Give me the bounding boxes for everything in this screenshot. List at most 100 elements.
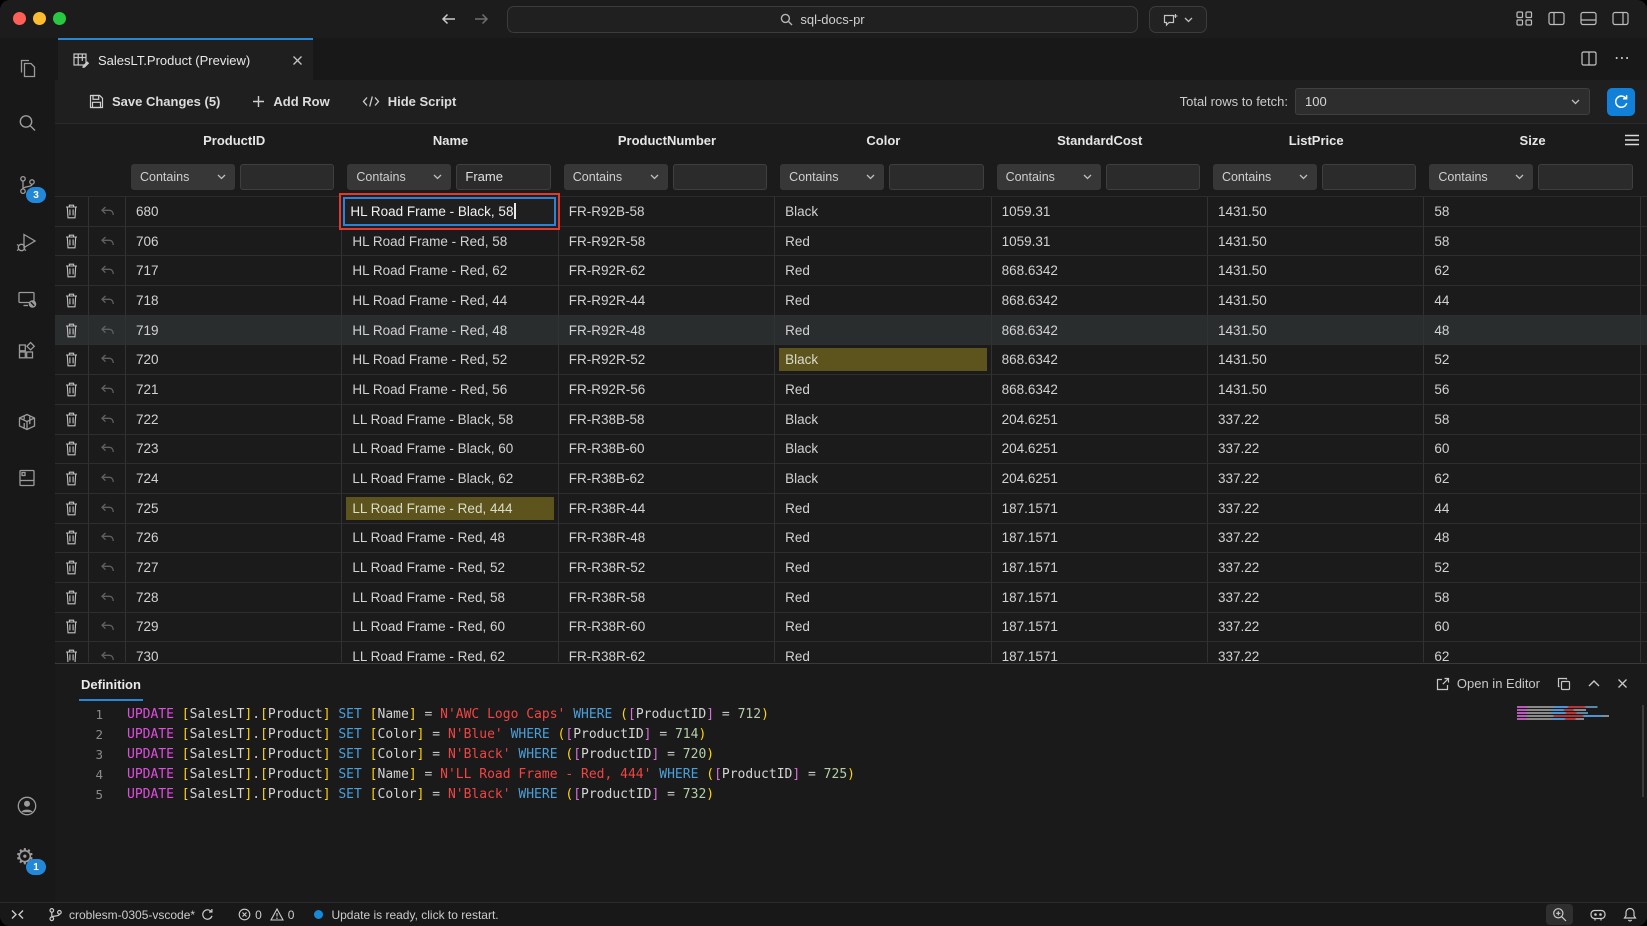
revert-row-button[interactable] bbox=[89, 613, 126, 643]
revert-row-button[interactable] bbox=[89, 227, 126, 257]
table-designer-icon[interactable] bbox=[15, 466, 39, 490]
column-header-size[interactable]: Size bbox=[1424, 133, 1640, 148]
revert-row-button[interactable] bbox=[89, 375, 126, 405]
copilot-status-icon[interactable] bbox=[1589, 907, 1607, 922]
cell-name[interactable]: HL Road Frame - Red, 44 bbox=[342, 286, 558, 316]
cell-standardcost[interactable]: 204.6251 bbox=[992, 464, 1208, 494]
cell-listprice[interactable]: 337.22 bbox=[1208, 435, 1424, 465]
revert-row-button[interactable] bbox=[89, 494, 126, 524]
delete-row-button[interactable] bbox=[55, 524, 89, 554]
tab-salesltproduct[interactable]: SalesLT.Product (Preview) bbox=[58, 38, 313, 80]
cell-productid[interactable]: 726 bbox=[126, 524, 342, 554]
cell-productnumber[interactable]: FR-R38R-62 bbox=[559, 642, 775, 662]
cell-productid[interactable]: 720 bbox=[126, 345, 342, 375]
minimize-window-button[interactable] bbox=[33, 12, 46, 25]
cell-standardcost[interactable]: 868.6342 bbox=[992, 375, 1208, 405]
cell-color[interactable]: Red bbox=[775, 583, 991, 613]
cell-color[interactable]: Black bbox=[775, 405, 991, 435]
column-header-standardcost[interactable]: StandardCost bbox=[992, 133, 1208, 148]
cell-productnumber[interactable]: FR-R38B-60 bbox=[559, 435, 775, 465]
cell-size[interactable]: 62 bbox=[1424, 256, 1640, 286]
revert-row-button[interactable] bbox=[89, 464, 126, 494]
minimap[interactable] bbox=[1517, 706, 1613, 721]
cell-size[interactable]: 58 bbox=[1424, 583, 1640, 613]
cell-size[interactable]: 60 bbox=[1424, 613, 1640, 643]
revert-row-button[interactable] bbox=[89, 345, 126, 375]
customize-layout-icon[interactable] bbox=[1516, 11, 1533, 26]
cell-color[interactable]: Red bbox=[775, 524, 991, 554]
revert-row-button[interactable] bbox=[89, 316, 126, 346]
delete-row-button[interactable] bbox=[55, 345, 89, 375]
cell-size[interactable]: 58 bbox=[1424, 405, 1640, 435]
toggle-sidebar-icon[interactable] bbox=[1548, 11, 1565, 26]
delete-row-button[interactable] bbox=[55, 316, 89, 346]
cell-size[interactable]: 58 bbox=[1424, 197, 1640, 227]
cell-name[interactable]: HL Road Frame - Red, 48 bbox=[342, 316, 558, 346]
cell-color[interactable]: Black bbox=[775, 345, 991, 375]
delete-row-button[interactable] bbox=[55, 642, 89, 662]
column-header-name[interactable]: Name bbox=[342, 133, 558, 148]
cell-listprice[interactable]: 1431.50 bbox=[1208, 345, 1424, 375]
delete-row-button[interactable] bbox=[55, 197, 89, 227]
filter-operator-dropdown[interactable]: Contains bbox=[564, 164, 668, 190]
filter-operator-dropdown[interactable]: Contains bbox=[1429, 164, 1533, 190]
grid-menu-icon[interactable] bbox=[1625, 134, 1639, 146]
cell-size[interactable]: 44 bbox=[1424, 494, 1640, 524]
cell-standardcost[interactable]: 187.1571 bbox=[992, 524, 1208, 554]
run-debug-icon[interactable] bbox=[15, 230, 39, 254]
cell-standardcost[interactable]: 1059.31 bbox=[992, 197, 1208, 227]
cell-color[interactable]: Black bbox=[775, 197, 991, 227]
cell-standardcost[interactable]: 868.6342 bbox=[992, 286, 1208, 316]
cell-standardcost[interactable]: 187.1571 bbox=[992, 583, 1208, 613]
cell-color[interactable]: Red bbox=[775, 316, 991, 346]
revert-row-button[interactable] bbox=[89, 553, 126, 583]
cell-productnumber[interactable]: FR-R38R-60 bbox=[559, 613, 775, 643]
revert-row-button[interactable] bbox=[89, 405, 126, 435]
cell-productid[interactable]: 706 bbox=[126, 227, 342, 257]
cell-listprice[interactable]: 1431.50 bbox=[1208, 286, 1424, 316]
cell-listprice[interactable]: 1431.50 bbox=[1208, 316, 1424, 346]
cell-productid[interactable]: 680 bbox=[126, 197, 342, 227]
cell-productnumber[interactable]: FR-R38B-58 bbox=[559, 405, 775, 435]
cell-productid[interactable]: 718 bbox=[126, 286, 342, 316]
cell-size[interactable]: 44 bbox=[1424, 286, 1640, 316]
delete-row-button[interactable] bbox=[55, 553, 89, 583]
total-rows-dropdown[interactable]: 100 bbox=[1295, 88, 1590, 115]
hide-script-button[interactable]: Hide Script bbox=[362, 94, 457, 109]
cell-productnumber[interactable]: FR-R38R-52 bbox=[559, 553, 775, 583]
cell-standardcost[interactable]: 1059.31 bbox=[992, 227, 1208, 257]
filter-input-productnumber[interactable] bbox=[673, 164, 767, 190]
cell-standardcost[interactable]: 187.1571 bbox=[992, 613, 1208, 643]
filter-input-productid[interactable] bbox=[240, 164, 334, 190]
source-control-icon[interactable]: 3 bbox=[15, 173, 39, 197]
cell-name[interactable]: HL Road Frame - Red, 56 bbox=[342, 375, 558, 405]
delete-row-button[interactable] bbox=[55, 435, 89, 465]
cell-name[interactable]: HL Road Frame - Red, 52 bbox=[342, 345, 558, 375]
cell-productid[interactable]: 728 bbox=[126, 583, 342, 613]
cell-color[interactable]: Red bbox=[775, 553, 991, 583]
toggle-secondary-sidebar-icon[interactable] bbox=[1612, 11, 1629, 26]
cell-color[interactable]: Red bbox=[775, 286, 991, 316]
cell-productid[interactable]: 729 bbox=[126, 613, 342, 643]
cell-standardcost[interactable]: 187.1571 bbox=[992, 494, 1208, 524]
cell-name[interactable]: LL Road Frame - Red, 58 bbox=[342, 583, 558, 613]
cell-color[interactable]: Black bbox=[775, 435, 991, 465]
cell-productnumber[interactable]: FR-R92R-48 bbox=[559, 316, 775, 346]
tab-close-icon[interactable] bbox=[292, 55, 303, 66]
cell-listprice[interactable]: 337.22 bbox=[1208, 494, 1424, 524]
revert-row-button[interactable] bbox=[89, 435, 126, 465]
maximize-window-button[interactable] bbox=[53, 12, 66, 25]
cell-color[interactable]: Red bbox=[775, 375, 991, 405]
cell-productnumber[interactable]: FR-R92R-62 bbox=[559, 256, 775, 286]
cell-name[interactable]: LL Road Frame - Black, 62 bbox=[342, 464, 558, 494]
cell-name[interactable]: LL Road Frame - Red, 444 bbox=[342, 494, 558, 524]
cell-edit-input[interactable]: HL Road Frame - Black, 58 bbox=[343, 197, 555, 226]
cell-listprice[interactable]: 1431.50 bbox=[1208, 375, 1424, 405]
forward-button[interactable] bbox=[471, 10, 491, 28]
cell-standardcost[interactable]: 187.1571 bbox=[992, 642, 1208, 662]
cell-productnumber[interactable]: FR-R38B-62 bbox=[559, 464, 775, 494]
cell-productnumber[interactable]: FR-R92R-58 bbox=[559, 227, 775, 257]
delete-row-button[interactable] bbox=[55, 286, 89, 316]
column-header-productnumber[interactable]: ProductNumber bbox=[559, 133, 775, 148]
cell-color[interactable]: Red bbox=[775, 256, 991, 286]
